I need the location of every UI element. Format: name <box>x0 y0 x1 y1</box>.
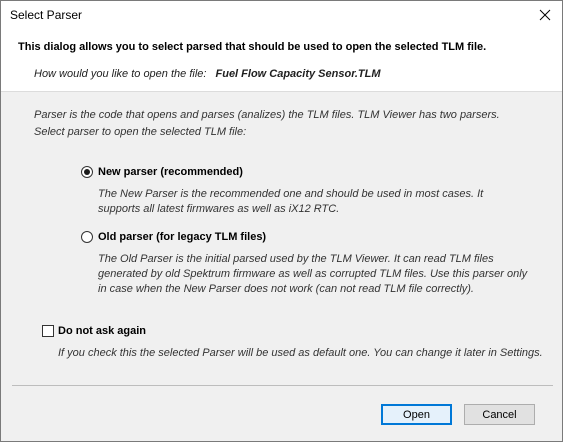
cancel-button[interactable]: Cancel <box>464 404 535 425</box>
do-not-ask-description: If you check this the selected Parser wi… <box>58 347 543 359</box>
close-button[interactable] <box>528 1 562 29</box>
old-parser-radio[interactable] <box>81 231 93 243</box>
select-parser-dialog: Select Parser This dialog allows you to … <box>0 0 563 442</box>
option-new-parser: New parser (recommended) The New Parser … <box>81 165 528 217</box>
do-not-ask-row[interactable]: Do not ask again <box>42 325 146 337</box>
open-button[interactable]: Open <box>381 404 452 425</box>
do-not-ask-checkbox[interactable] <box>42 325 54 337</box>
separator <box>12 385 553 386</box>
info-line-1: Parser is the code that opens and parses… <box>34 109 500 121</box>
option-old-parser: Old parser (for legacy TLM files) The Ol… <box>81 230 528 297</box>
dialog-header: This dialog allows you to select parsed … <box>1 29 562 92</box>
new-parser-label[interactable]: New parser (recommended) <box>98 166 243 178</box>
new-parser-radio[interactable] <box>81 166 93 178</box>
new-parser-description: The New Parser is the recommended one an… <box>98 188 484 215</box>
old-parser-description: The Old Parser is the initial parsed use… <box>98 253 528 295</box>
old-parser-label[interactable]: Old parser (for legacy TLM files) <box>98 231 266 243</box>
title-bar[interactable]: Select Parser <box>1 1 562 29</box>
file-question-row: How would you like to open the file: Fue… <box>34 68 381 80</box>
header-title: This dialog allows you to select parsed … <box>18 41 487 53</box>
file-name: Fuel Flow Capacity Sensor.TLM <box>215 68 381 80</box>
info-line-2: Select parser to open the selected TLM f… <box>34 126 247 138</box>
do-not-ask-label[interactable]: Do not ask again <box>58 325 146 337</box>
old-parser-radio-row[interactable]: Old parser (for legacy TLM files) <box>81 230 528 244</box>
new-parser-radio-row[interactable]: New parser (recommended) <box>81 165 528 179</box>
close-icon <box>539 9 551 21</box>
parser-info: Parser is the code that opens and parses… <box>34 107 544 141</box>
file-question: How would you like to open the file: <box>34 68 207 80</box>
window-title: Select Parser <box>10 8 83 22</box>
